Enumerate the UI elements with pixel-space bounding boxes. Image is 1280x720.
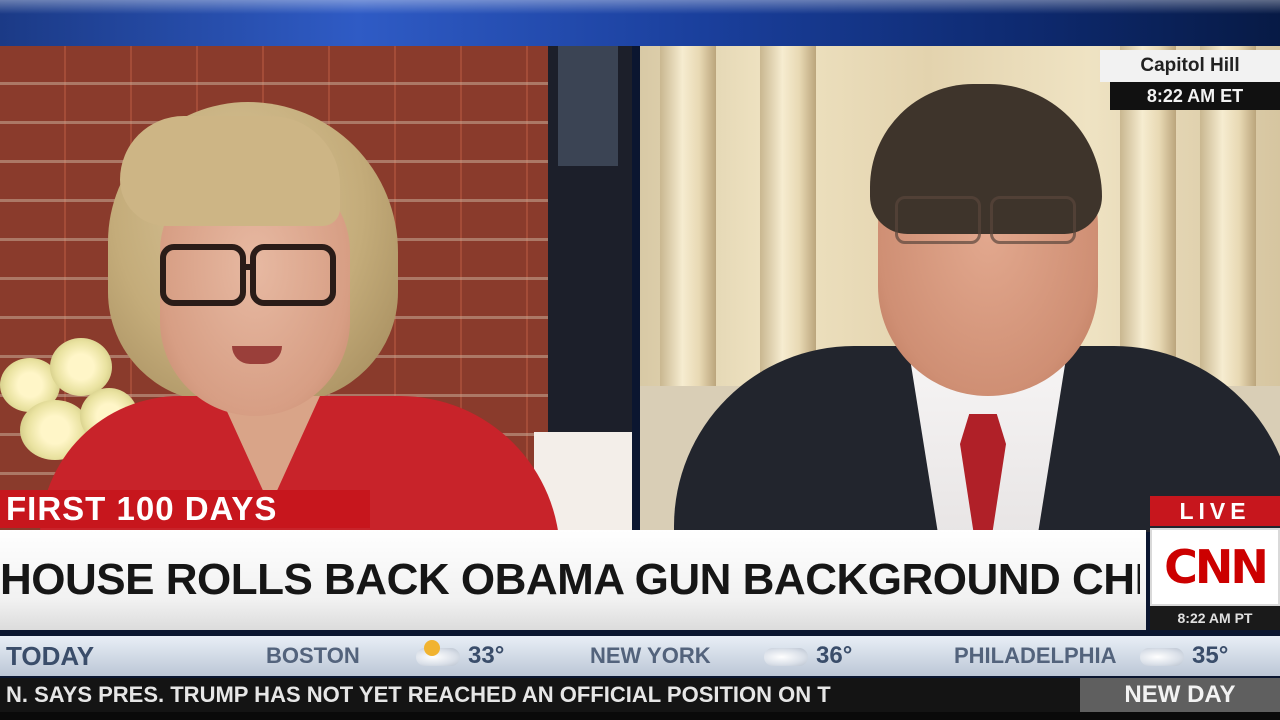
network-time: 8:22 AM PT <box>1150 606 1280 630</box>
weather-temp: 33° <box>468 642 505 669</box>
glasses-lens-right <box>250 244 336 306</box>
cloud-icon <box>1140 648 1184 666</box>
anchor-bangs <box>120 116 340 226</box>
glasses-lens-left <box>160 244 246 306</box>
show-name: NEW DAY <box>1080 678 1280 712</box>
cnn-logo-icon: CNN <box>1164 540 1269 594</box>
guest-glasses-left <box>895 196 981 244</box>
guest-video-panel <box>640 46 1280 532</box>
weather-today-label: TODAY <box>6 641 95 671</box>
flower <box>50 338 112 396</box>
weather-temp: 36° <box>816 642 853 669</box>
location-time: 8:22 AM ET <box>1110 82 1280 110</box>
headline-text: HOUSE ROLLS BACK OBAMA GUN BACKGROUND CH… <box>0 555 1140 604</box>
anchor-video-panel <box>0 46 632 532</box>
partly-sunny-icon <box>416 640 460 666</box>
location-label: Capitol Hill <box>1100 50 1280 82</box>
weather-city: NEW YORK <box>590 643 711 668</box>
banner-gloss <box>0 0 1280 14</box>
weather-city: PHILADELPHIA <box>954 643 1117 668</box>
section-label: FIRST 100 DAYS <box>0 490 370 528</box>
weather-temp: 35° <box>1192 642 1229 669</box>
bottom-strip <box>0 712 1280 720</box>
top-banner <box>0 0 1280 46</box>
door-frame <box>558 46 618 166</box>
glasses-bridge <box>240 264 256 270</box>
live-badge: LIVE <box>1150 496 1280 526</box>
news-ticker: N. SAYS PRES. TRUMP HAS NOT YET REACHED … <box>6 682 831 707</box>
cloud-icon <box>764 648 808 666</box>
weather-city: BOSTON <box>266 643 360 668</box>
guest-glasses-right <box>990 196 1076 244</box>
